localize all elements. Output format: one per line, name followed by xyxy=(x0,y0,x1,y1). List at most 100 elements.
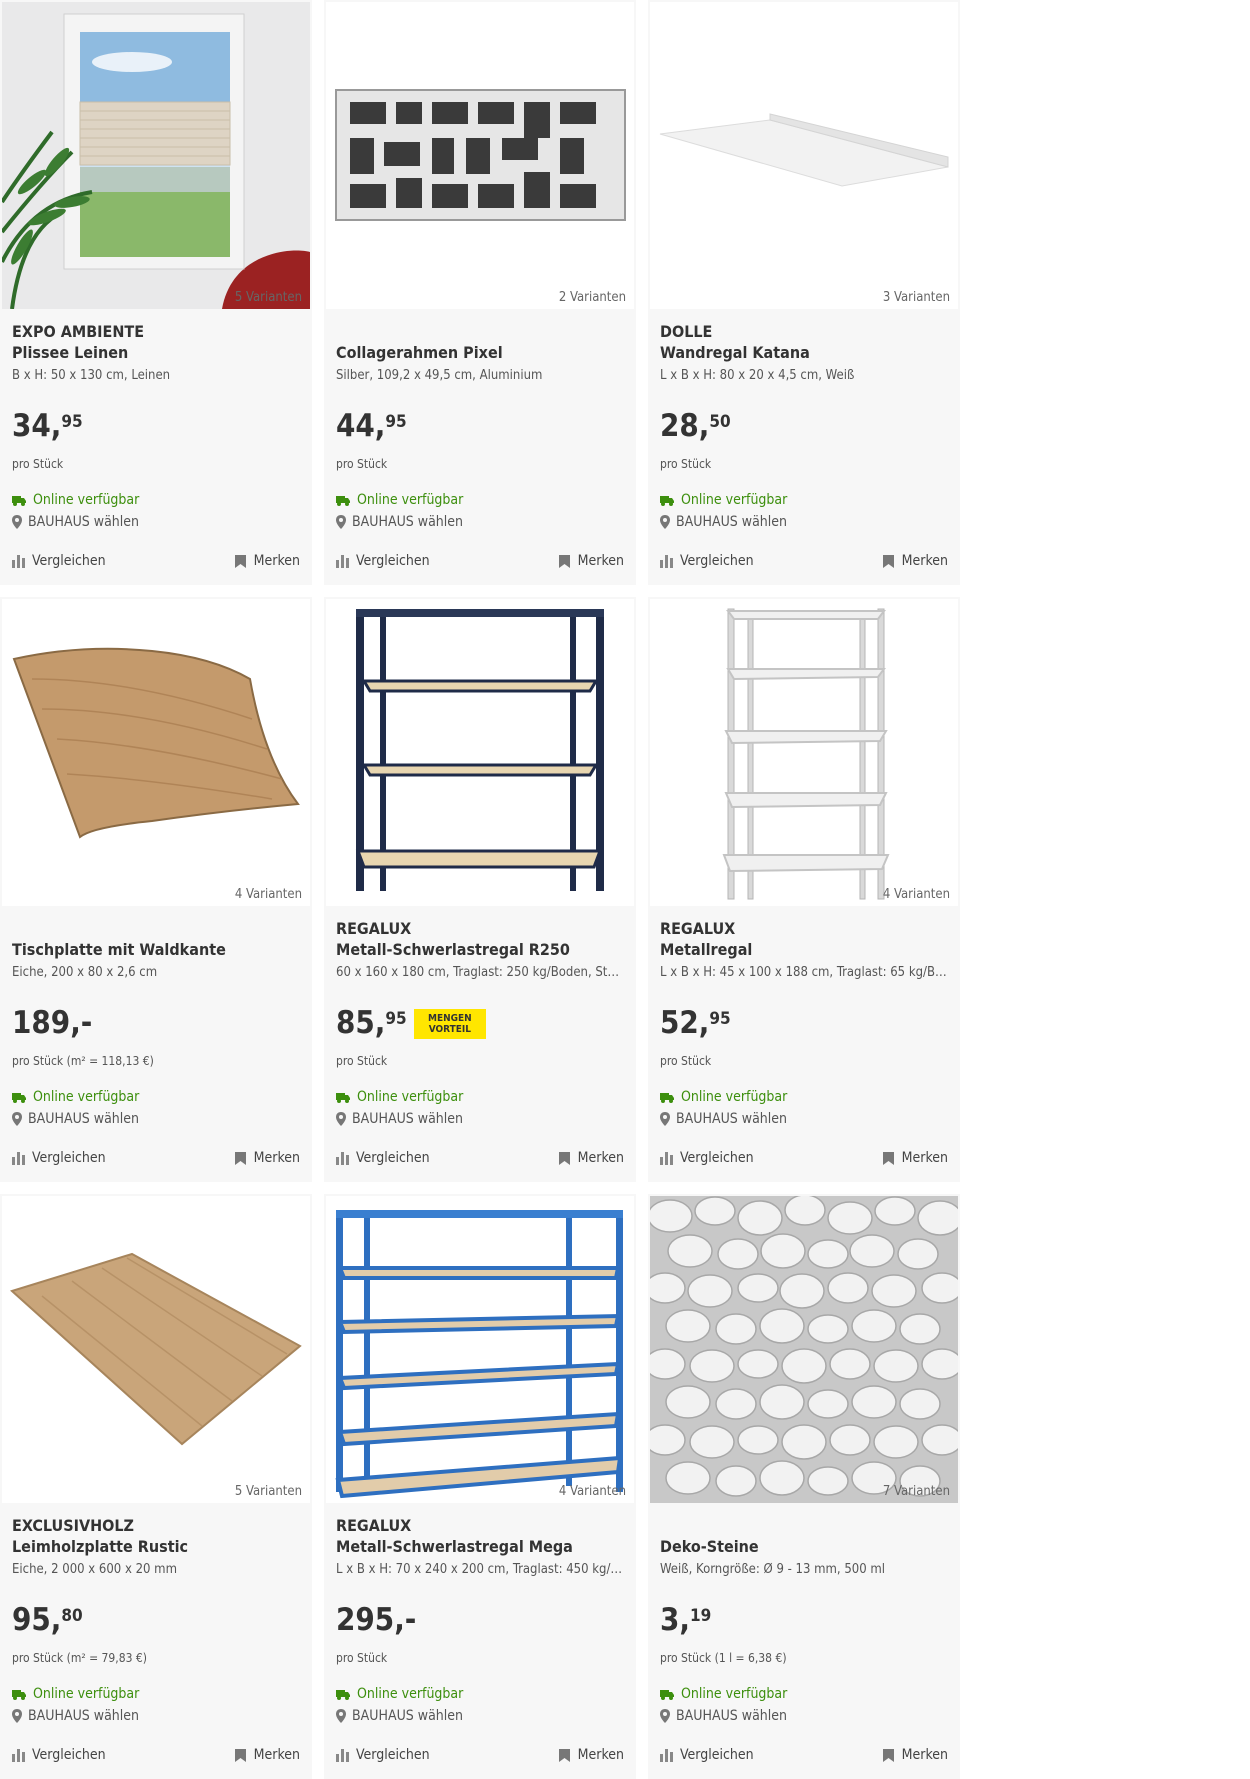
remember-button[interactable]: Merken xyxy=(558,1150,624,1166)
compare-button[interactable]: Vergleichen xyxy=(336,1747,430,1763)
compare-button[interactable]: Vergleichen xyxy=(660,1747,754,1763)
product-price: 34,95 xyxy=(12,408,83,444)
product-card[interactable]: 4 Varianten Tischplatte mit Waldkante Ei… xyxy=(0,597,312,1182)
product-card[interactable]: 5 Varianten EXCLUSIVHOLZ Leimholzplatte … xyxy=(0,1194,312,1779)
compare-button[interactable]: Vergleichen xyxy=(12,553,106,569)
remember-button[interactable]: Merken xyxy=(882,1150,948,1166)
product-description: 60 x 160 x 180 cm, Traglast: 250 kg/Bode… xyxy=(336,965,626,980)
location-pin-icon xyxy=(660,515,670,529)
product-image[interactable] xyxy=(650,599,958,906)
bookmark-icon xyxy=(558,1151,570,1165)
product-brand: DOLLE xyxy=(660,322,713,341)
remember-button[interactable]: Merken xyxy=(234,553,300,569)
product-image[interactable] xyxy=(650,1196,958,1503)
product-brand: REGALUX xyxy=(336,1516,412,1535)
online-availability: Online verfügbar xyxy=(660,1686,787,1702)
remember-button[interactable]: Merken xyxy=(882,1747,948,1763)
product-card[interactable]: 2 Varianten Collagerahmen Pixel Silber, … xyxy=(324,0,636,585)
compare-bars-icon xyxy=(660,554,673,568)
product-image[interactable] xyxy=(650,2,958,309)
remember-button[interactable]: Merken xyxy=(234,1747,300,1763)
product-brand: REGALUX xyxy=(336,919,412,938)
store-select-link[interactable]: BAUHAUS wählen xyxy=(336,1708,463,1724)
price-unit: pro Stück xyxy=(12,457,64,471)
product-card[interactable]: 5 Varianten EXPO AMBIENTE Plissee Leinen… xyxy=(0,0,312,585)
compare-button[interactable]: Vergleichen xyxy=(12,1747,106,1763)
product-name[interactable]: Plissee Leinen xyxy=(12,343,128,362)
product-description: Eiche, 200 x 80 x 2,6 cm xyxy=(12,965,158,980)
variants-count: 5 Varianten xyxy=(234,1484,302,1499)
truck-icon xyxy=(336,495,350,506)
product-image[interactable] xyxy=(2,2,310,309)
variants-count: 2 Varianten xyxy=(558,290,626,305)
store-select-link[interactable]: BAUHAUS wählen xyxy=(660,1111,787,1127)
compare-bars-icon xyxy=(336,1748,349,1762)
product-price: 95,80 xyxy=(12,1602,83,1638)
bookmark-icon xyxy=(558,554,570,568)
product-card[interactable]: 7 Varianten Deko-Steine Weiß, Korngröße:… xyxy=(648,1194,960,1779)
remember-button[interactable]: Merken xyxy=(882,553,948,569)
compare-button[interactable]: Vergleichen xyxy=(660,1150,754,1166)
price-unit: pro Stück xyxy=(336,457,388,471)
bookmark-icon xyxy=(882,1748,894,1762)
product-image[interactable] xyxy=(326,599,634,906)
product-image[interactable] xyxy=(2,1196,310,1503)
product-name[interactable]: Leimholzplatte Rustic xyxy=(12,1537,188,1556)
store-select-link[interactable]: BAUHAUS wählen xyxy=(12,1708,139,1724)
product-card[interactable]: 4 Varianten REGALUX Metall-Schwerlastreg… xyxy=(324,1194,636,1779)
product-price: 28,50 xyxy=(660,408,731,444)
compare-button[interactable]: Vergleichen xyxy=(336,553,430,569)
product-name[interactable]: Deko-Steine xyxy=(660,1537,759,1556)
store-select-link[interactable]: BAUHAUS wählen xyxy=(336,1111,463,1127)
product-name[interactable]: Collagerahmen Pixel xyxy=(336,343,503,362)
truck-icon xyxy=(336,1092,350,1103)
compare-bars-icon xyxy=(12,1748,25,1762)
variants-count: 3 Varianten xyxy=(882,290,950,305)
price-unit: pro Stück (1 l = 6,38 €) xyxy=(660,1651,787,1665)
product-name[interactable]: Metallregal xyxy=(660,940,752,959)
store-select-link[interactable]: BAUHAUS wählen xyxy=(12,514,139,530)
product-image[interactable] xyxy=(326,1196,634,1503)
compare-button[interactable]: Vergleichen xyxy=(660,553,754,569)
truck-icon xyxy=(660,495,674,506)
product-grid: 5 Varianten EXPO AMBIENTE Plissee Leinen… xyxy=(0,0,960,1779)
product-name[interactable]: Metall-Schwerlastregal Mega xyxy=(336,1537,573,1556)
compare-button[interactable]: Vergleichen xyxy=(336,1150,430,1166)
remember-button[interactable]: Merken xyxy=(558,553,624,569)
product-price: 3,19 xyxy=(660,1602,712,1638)
product-card[interactable]: 4 Varianten REGALUX Metallregal L x B x … xyxy=(648,597,960,1182)
remember-button[interactable]: Merken xyxy=(558,1747,624,1763)
product-price: 295,- xyxy=(336,1602,417,1638)
location-pin-icon xyxy=(336,1112,346,1126)
product-description: L x B x H: 80 x 20 x 4,5 cm, Weiß xyxy=(660,368,855,383)
product-price: 85,95 xyxy=(336,1005,407,1041)
remember-button[interactable]: Merken xyxy=(234,1150,300,1166)
compare-bars-icon xyxy=(12,554,25,568)
product-card[interactable]: 3 Varianten DOLLE Wandregal Katana L x B… xyxy=(648,0,960,585)
compare-bars-icon xyxy=(12,1151,25,1165)
store-select-link[interactable]: BAUHAUS wählen xyxy=(12,1111,139,1127)
product-description: Silber, 109,2 x 49,5 cm, Aluminium xyxy=(336,368,543,383)
compare-bars-icon xyxy=(336,1151,349,1165)
compare-bars-icon xyxy=(660,1748,673,1762)
product-image[interactable] xyxy=(2,599,310,906)
product-card[interactable]: REGALUX Metall-Schwerlastregal R250 60 x… xyxy=(324,597,636,1182)
truck-icon xyxy=(336,1689,350,1700)
product-name[interactable]: Wandregal Katana xyxy=(660,343,810,362)
compare-button[interactable]: Vergleichen xyxy=(12,1150,106,1166)
price-unit: pro Stück xyxy=(660,457,712,471)
truck-icon xyxy=(12,1689,26,1700)
online-availability: Online verfügbar xyxy=(12,1089,139,1105)
store-select-link[interactable]: BAUHAUS wählen xyxy=(660,1708,787,1724)
product-image[interactable] xyxy=(326,2,634,309)
product-name[interactable]: Metall-Schwerlastregal R250 xyxy=(336,940,570,959)
store-select-link[interactable]: BAUHAUS wählen xyxy=(660,514,787,530)
product-price: 44,95 xyxy=(336,408,407,444)
store-select-link[interactable]: BAUHAUS wählen xyxy=(336,514,463,530)
location-pin-icon xyxy=(336,1709,346,1723)
bookmark-icon xyxy=(882,554,894,568)
variants-count: 7 Varianten xyxy=(882,1484,950,1499)
product-name[interactable]: Tischplatte mit Waldkante xyxy=(12,940,226,959)
online-availability: Online verfügbar xyxy=(336,492,463,508)
price-unit: pro Stück (m² = 79,83 €) xyxy=(12,1651,147,1665)
